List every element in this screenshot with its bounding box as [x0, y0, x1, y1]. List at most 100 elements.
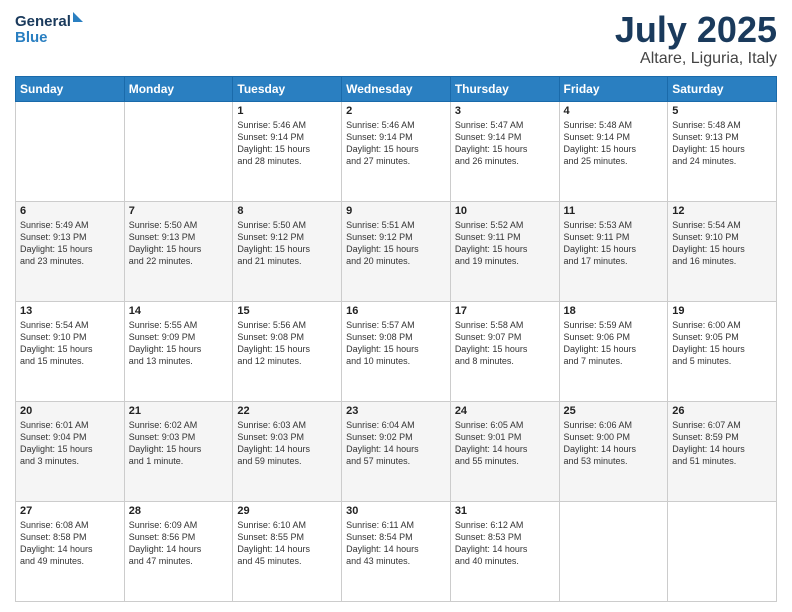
- day-number: 14: [129, 305, 229, 317]
- cell-content: Sunrise: 5:51 AM Sunset: 9:12 PM Dayligh…: [346, 219, 446, 268]
- day-number: 7: [129, 205, 229, 217]
- cell-content: Sunrise: 5:57 AM Sunset: 9:08 PM Dayligh…: [346, 319, 446, 368]
- calendar-cell: 28 Sunrise: 6:09 AM Sunset: 8:56 PM Dayli…: [124, 501, 233, 601]
- calendar-table: SundayMondayTuesdayWednesdayThursdayFrid…: [15, 76, 777, 602]
- cell-content: Sunrise: 5:48 AM Sunset: 9:14 PM Dayligh…: [564, 119, 664, 168]
- calendar-day-header: Sunday: [16, 76, 125, 101]
- calendar-cell: 20 Sunrise: 6:01 AM Sunset: 9:04 PM Dayli…: [16, 401, 125, 501]
- calendar-week-row: 1Sunrise: 5:46 AM Sunset: 9:14 PM Daylig…: [16, 101, 777, 201]
- calendar-cell: 25Sunrise: 6:06 AM Sunset: 9:00 PM Dayli…: [559, 401, 668, 501]
- calendar-cell: 19 Sunrise: 6:00 AM Sunset: 9:05 PM Dayli…: [668, 301, 777, 401]
- page: GeneralBlue July 2025 Altare, Liguria, I…: [0, 0, 792, 612]
- cell-content: Sunrise: 6:12 AM Sunset: 8:53 PM Dayligh…: [455, 519, 555, 568]
- cell-content: Sunrise: 5:50 AM Sunset: 9:12 PM Dayligh…: [237, 219, 337, 268]
- calendar-cell: 1Sunrise: 5:46 AM Sunset: 9:14 PM Daylig…: [233, 101, 342, 201]
- calendar-cell: 12 Sunrise: 5:54 AM Sunset: 9:10 PM Dayli…: [668, 201, 777, 301]
- day-number: 31: [455, 505, 555, 517]
- subtitle: Altare, Liguria, Italy: [615, 50, 777, 68]
- calendar-cell: 7 Sunrise: 5:50 AM Sunset: 9:13 PM Daylig…: [124, 201, 233, 301]
- calendar-header-row: SundayMondayTuesdayWednesdayThursdayFrid…: [16, 76, 777, 101]
- cell-content: Sunrise: 5:52 AM Sunset: 9:11 PM Dayligh…: [455, 219, 555, 268]
- calendar-cell: 15 Sunrise: 5:56 AM Sunset: 9:08 PM Dayli…: [233, 301, 342, 401]
- calendar-cell: [16, 101, 125, 201]
- cell-content: Sunrise: 5:46 AM Sunset: 9:14 PM Dayligh…: [237, 119, 337, 168]
- calendar-cell: 22 Sunrise: 6:03 AM Sunset: 9:03 PM Dayli…: [233, 401, 342, 501]
- calendar-cell: 4 Sunrise: 5:48 AM Sunset: 9:14 PM Daylig…: [559, 101, 668, 201]
- calendar-cell: 13 Sunrise: 5:54 AM Sunset: 9:10 PM Dayli…: [16, 301, 125, 401]
- cell-content: Sunrise: 5:50 AM Sunset: 9:13 PM Dayligh…: [129, 219, 229, 268]
- day-number: 9: [346, 205, 446, 217]
- day-number: 20: [20, 405, 120, 417]
- calendar-cell: 27Sunrise: 6:08 AM Sunset: 8:58 PM Dayli…: [16, 501, 125, 601]
- logo: GeneralBlue: [15, 10, 85, 45]
- cell-content: Sunrise: 6:07 AM Sunset: 8:59 PM Dayligh…: [672, 419, 772, 468]
- day-number: 29: [237, 505, 337, 517]
- day-number: 17: [455, 305, 555, 317]
- day-number: 13: [20, 305, 120, 317]
- calendar-cell: 26 Sunrise: 6:07 AM Sunset: 8:59 PM Dayli…: [668, 401, 777, 501]
- cell-content: Sunrise: 6:03 AM Sunset: 9:03 PM Dayligh…: [237, 419, 337, 468]
- day-number: 4: [564, 105, 664, 117]
- calendar-cell: [668, 501, 777, 601]
- cell-content: Sunrise: 5:58 AM Sunset: 9:07 PM Dayligh…: [455, 319, 555, 368]
- cell-content: Sunrise: 5:53 AM Sunset: 9:11 PM Dayligh…: [564, 219, 664, 268]
- day-number: 19: [672, 305, 772, 317]
- cell-content: Sunrise: 6:09 AM Sunset: 8:56 PM Dayligh…: [129, 519, 229, 568]
- day-number: 18: [564, 305, 664, 317]
- day-number: 10: [455, 205, 555, 217]
- day-number: 27: [20, 505, 120, 517]
- day-number: 30: [346, 505, 446, 517]
- calendar-cell: 6 Sunrise: 5:49 AM Sunset: 9:13 PM Daylig…: [16, 201, 125, 301]
- cell-content: Sunrise: 6:11 AM Sunset: 8:54 PM Dayligh…: [346, 519, 446, 568]
- day-number: 26: [672, 405, 772, 417]
- cell-content: Sunrise: 6:00 AM Sunset: 9:05 PM Dayligh…: [672, 319, 772, 368]
- cell-content: Sunrise: 5:56 AM Sunset: 9:08 PM Dayligh…: [237, 319, 337, 368]
- calendar-cell: 21 Sunrise: 6:02 AM Sunset: 9:03 PM Dayli…: [124, 401, 233, 501]
- cell-content: Sunrise: 5:54 AM Sunset: 9:10 PM Dayligh…: [672, 219, 772, 268]
- day-number: 25: [564, 405, 664, 417]
- day-number: 6: [20, 205, 120, 217]
- day-number: 28: [129, 505, 229, 517]
- calendar-cell: 24 Sunrise: 6:05 AM Sunset: 9:01 PM Dayli…: [450, 401, 559, 501]
- calendar-cell: 10 Sunrise: 5:52 AM Sunset: 9:11 PM Dayli…: [450, 201, 559, 301]
- title-block: July 2025 Altare, Liguria, Italy: [615, 10, 777, 68]
- calendar-week-row: 20 Sunrise: 6:01 AM Sunset: 9:04 PM Dayli…: [16, 401, 777, 501]
- cell-content: Sunrise: 5:49 AM Sunset: 9:13 PM Dayligh…: [20, 219, 120, 268]
- calendar-cell: [559, 501, 668, 601]
- day-number: 11: [564, 205, 664, 217]
- day-number: 21: [129, 405, 229, 417]
- day-number: 8: [237, 205, 337, 217]
- calendar-cell: 11 Sunrise: 5:53 AM Sunset: 9:11 PM Dayli…: [559, 201, 668, 301]
- calendar-cell: 31 Sunrise: 6:12 AM Sunset: 8:53 PM Dayli…: [450, 501, 559, 601]
- calendar-cell: 14Sunrise: 5:55 AM Sunset: 9:09 PM Dayli…: [124, 301, 233, 401]
- day-number: 5: [672, 105, 772, 117]
- calendar-week-row: 13 Sunrise: 5:54 AM Sunset: 9:10 PM Dayli…: [16, 301, 777, 401]
- calendar-day-header: Monday: [124, 76, 233, 101]
- cell-content: Sunrise: 6:02 AM Sunset: 9:03 PM Dayligh…: [129, 419, 229, 468]
- cell-content: Sunrise: 6:01 AM Sunset: 9:04 PM Dayligh…: [20, 419, 120, 468]
- calendar-cell: 16Sunrise: 5:57 AM Sunset: 9:08 PM Dayli…: [342, 301, 451, 401]
- day-number: 24: [455, 405, 555, 417]
- calendar-day-header: Friday: [559, 76, 668, 101]
- cell-content: Sunrise: 5:54 AM Sunset: 9:10 PM Dayligh…: [20, 319, 120, 368]
- day-number: 22: [237, 405, 337, 417]
- main-title: July 2025: [615, 10, 777, 50]
- cell-content: Sunrise: 6:04 AM Sunset: 9:02 PM Dayligh…: [346, 419, 446, 468]
- cell-content: Sunrise: 5:48 AM Sunset: 9:13 PM Dayligh…: [672, 119, 772, 168]
- calendar-cell: 29 Sunrise: 6:10 AM Sunset: 8:55 PM Dayli…: [233, 501, 342, 601]
- day-number: 15: [237, 305, 337, 317]
- calendar-cell: 3Sunrise: 5:47 AM Sunset: 9:14 PM Daylig…: [450, 101, 559, 201]
- cell-content: Sunrise: 5:59 AM Sunset: 9:06 PM Dayligh…: [564, 319, 664, 368]
- day-number: 2: [346, 105, 446, 117]
- calendar-cell: 8 Sunrise: 5:50 AM Sunset: 9:12 PM Daylig…: [233, 201, 342, 301]
- calendar-cell: 17 Sunrise: 5:58 AM Sunset: 9:07 PM Dayli…: [450, 301, 559, 401]
- cell-content: Sunrise: 5:47 AM Sunset: 9:14 PM Dayligh…: [455, 119, 555, 168]
- cell-content: Sunrise: 5:46 AM Sunset: 9:14 PM Dayligh…: [346, 119, 446, 168]
- day-number: 12: [672, 205, 772, 217]
- logo-svg: GeneralBlue: [15, 10, 85, 45]
- calendar-day-header: Thursday: [450, 76, 559, 101]
- calendar-day-header: Saturday: [668, 76, 777, 101]
- cell-content: Sunrise: 6:05 AM Sunset: 9:01 PM Dayligh…: [455, 419, 555, 468]
- cell-content: Sunrise: 6:10 AM Sunset: 8:55 PM Dayligh…: [237, 519, 337, 568]
- calendar-cell: 18 Sunrise: 5:59 AM Sunset: 9:06 PM Dayli…: [559, 301, 668, 401]
